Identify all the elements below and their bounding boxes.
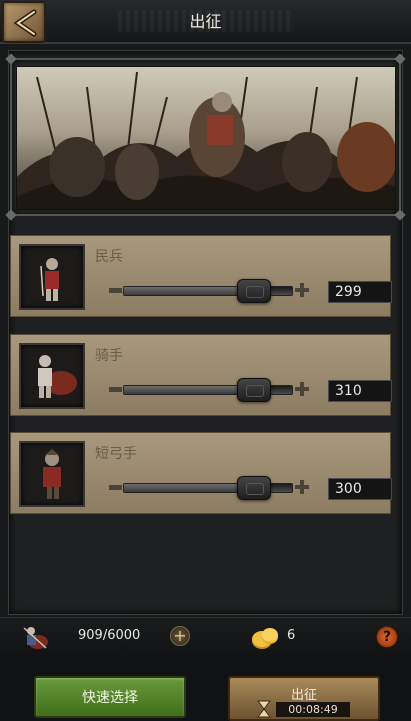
gold-coin-icon	[252, 628, 278, 649]
troop-capacity: 909/6000	[78, 628, 141, 643]
unit-name: 短弓手	[95, 446, 137, 462]
slider-handle[interactable]	[237, 476, 271, 500]
slider-handle[interactable]	[237, 279, 271, 303]
help-button[interactable]: ?	[376, 626, 398, 648]
slider-fill	[124, 386, 255, 394]
troop-count-input[interactable]: 299	[328, 281, 392, 303]
battle-banner-image	[16, 66, 396, 210]
quick-select-button[interactable]: 快速选择	[34, 676, 186, 718]
slider-handle[interactable]	[237, 378, 271, 402]
slider-fill	[124, 287, 255, 295]
decrease-button[interactable]	[109, 485, 122, 490]
unit-card-archer: 短弓手 300	[10, 432, 392, 514]
troop-count-input[interactable]: 310	[328, 380, 392, 402]
back-arrow-icon	[13, 9, 37, 37]
unit-card-rider: 骑手 310	[10, 334, 392, 416]
decrease-button[interactable]	[109, 387, 122, 392]
back-button[interactable]	[2, 1, 46, 43]
unit-name: 民兵	[95, 249, 123, 265]
status-bar	[0, 617, 411, 657]
top-bar: 出征	[0, 0, 411, 44]
gold-count: 6	[287, 628, 296, 643]
add-capacity-icon[interactable]: +	[170, 626, 190, 646]
increase-button[interactable]	[295, 480, 309, 494]
march-button[interactable]: 出征 00:08:49	[228, 676, 380, 721]
increase-button[interactable]	[295, 283, 309, 297]
increase-button[interactable]	[295, 382, 309, 396]
hourglass-icon	[257, 700, 271, 718]
unit-name: 骑手	[95, 348, 123, 364]
troop-count-input[interactable]: 300	[328, 478, 392, 500]
troop-icon	[23, 627, 48, 649]
militia-portrait	[19, 244, 85, 310]
slider-fill	[124, 484, 255, 492]
archer-portrait	[19, 441, 85, 507]
unit-card-militia: 民兵 299	[10, 235, 392, 317]
page-title: 出征	[189, 12, 222, 31]
march-label: 出征	[290, 688, 317, 703]
decrease-button[interactable]	[109, 288, 122, 293]
march-timer: 00:08:49	[276, 702, 350, 717]
rider-portrait	[19, 343, 85, 409]
